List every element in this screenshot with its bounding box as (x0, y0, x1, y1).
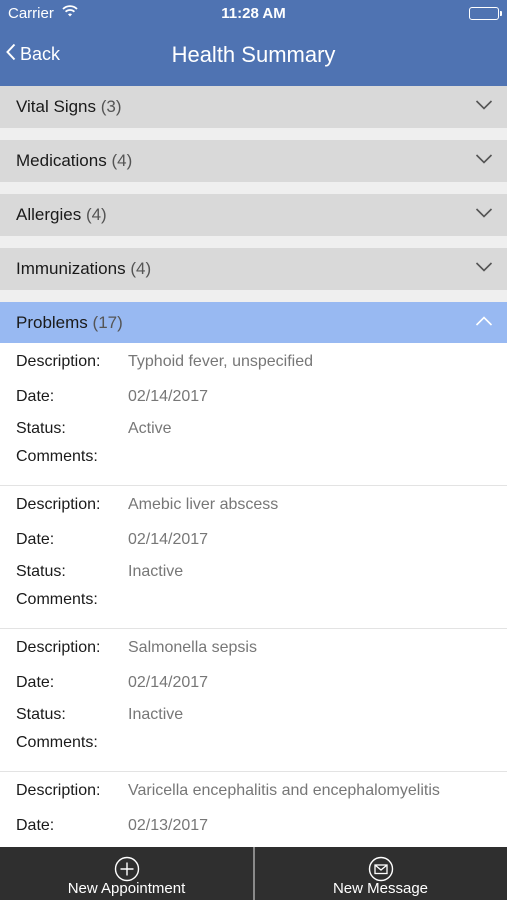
section-count: (4) (111, 151, 133, 170)
section-label: Vital Signs (16, 97, 97, 116)
new-message-label: New Message (332, 880, 429, 897)
status-bar: Carrier 11:28 AM (0, 0, 507, 28)
status-value: Inactive (128, 563, 184, 580)
problem-item: Description: Varicella encephalitis and e… (0, 772, 507, 847)
date-label: Date: (16, 674, 55, 691)
description-label: Description: (16, 353, 101, 370)
date-label: Date: (16, 817, 55, 834)
comments-label: Comments: (16, 734, 98, 751)
section-label: Medications (16, 151, 107, 170)
status-value: Inactive (128, 706, 184, 723)
section-gap (0, 236, 507, 248)
problem-item: Description: Salmonella sepsis Date: 02/14… (0, 629, 507, 772)
page-title: Health Summary (171, 42, 336, 67)
bottom-toolbar: New Appointment New Message (0, 847, 507, 900)
description-value: Salmonella sepsis (128, 639, 257, 656)
description-label: Description: (16, 639, 101, 656)
section-label: Immunizations (16, 259, 126, 278)
status-value: Active (128, 420, 172, 437)
date-label: Date: (16, 531, 55, 548)
problems-list[interactable]: Description: Typhoid fever, unspecified D… (0, 343, 507, 847)
battery-icon (469, 7, 502, 20)
date-value: 02/14/2017 (128, 388, 209, 405)
problem-item: Description: Amebic liver abscess Date: 02… (0, 486, 507, 629)
chevron-up-icon (475, 314, 493, 332)
description-value: Amebic liver abscess (128, 496, 279, 513)
clock-time: 11:28 AM (221, 5, 286, 22)
status-label: Status: (16, 706, 66, 723)
section-vital-signs[interactable]: Vital Signs (3) (0, 86, 507, 128)
section-gap (0, 290, 507, 302)
status-label: Status: (16, 563, 66, 580)
section-label: Problems (16, 313, 88, 332)
section-count: (4) (85, 205, 107, 224)
chevron-down-icon (475, 152, 493, 170)
date-value: 02/14/2017 (128, 674, 209, 691)
new-appointment-label: New Appointment (67, 880, 186, 897)
chevron-down-icon (475, 260, 493, 278)
section-medications[interactable]: Medications (4) (0, 140, 507, 182)
comments-label: Comments: (16, 591, 98, 608)
description-label: Description: (16, 782, 101, 799)
description-value: Typhoid fever, unspecified (128, 353, 314, 370)
section-gap (0, 128, 507, 140)
chevron-down-icon (475, 98, 493, 116)
section-count: (3) (100, 97, 122, 116)
new-appointment-button[interactable]: New Appointment (0, 847, 253, 900)
date-value: 02/14/2017 (128, 531, 209, 548)
section-problems[interactable]: Problems (17) (0, 302, 507, 344)
chevron-down-icon (475, 206, 493, 224)
section-count: (17) (92, 313, 123, 332)
section-allergies[interactable]: Allergies (4) (0, 194, 507, 236)
new-message-button[interactable]: New Message (254, 847, 507, 900)
section-gap (0, 182, 507, 194)
status-label: Status: (16, 420, 66, 437)
problem-item: Description: Typhoid fever, unspecified D… (0, 343, 507, 486)
navigation-bar: Back Health Summary (0, 28, 507, 86)
section-label: Allergies (16, 205, 82, 224)
date-label: Date: (16, 388, 55, 405)
comments-label: Comments: (16, 448, 98, 465)
description-label: Description: (16, 496, 101, 513)
description-value: Varicella encephalitis and encephalomyel… (128, 782, 440, 799)
section-count: (4) (130, 259, 152, 278)
date-value: 02/13/2017 (128, 817, 209, 834)
section-immunizations[interactable]: Immunizations (4) (0, 248, 507, 290)
